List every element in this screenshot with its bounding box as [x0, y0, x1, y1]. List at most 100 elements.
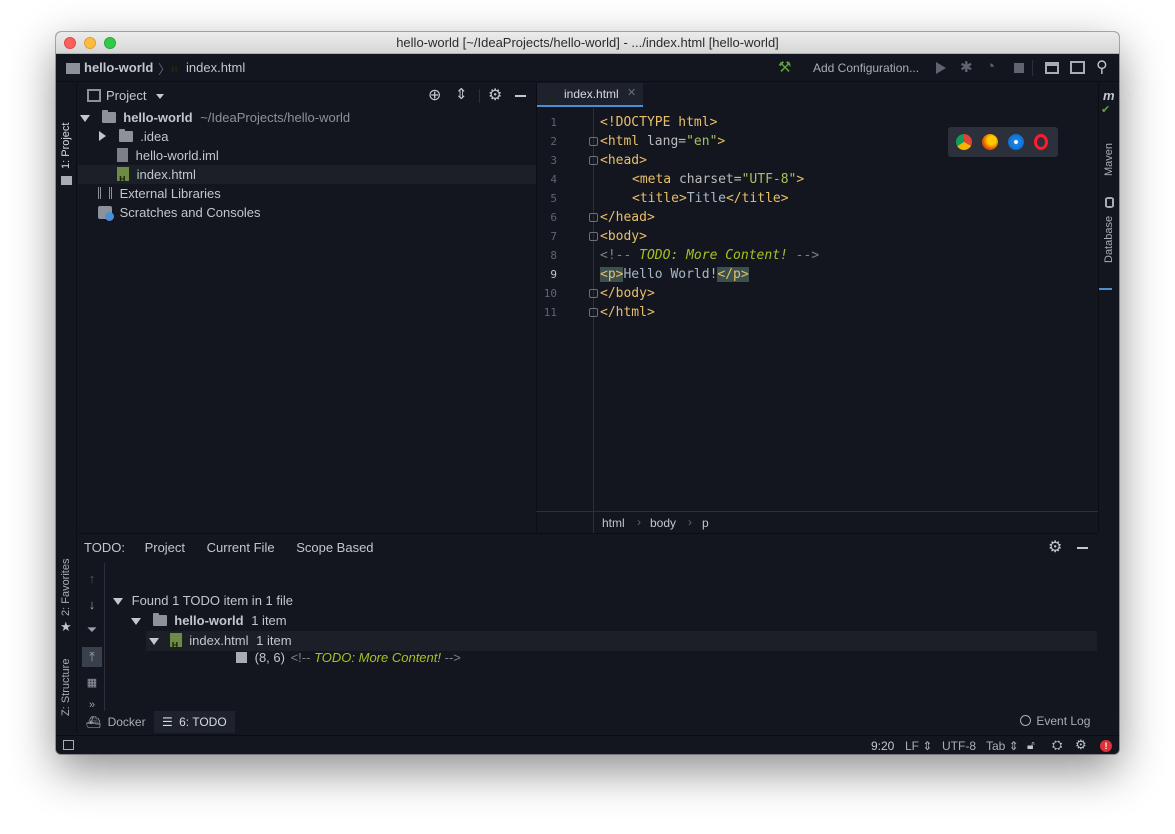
breadcrumb-file[interactable]: index.html [186, 60, 245, 75]
code-line-10: </body> [600, 286, 655, 301]
minimize-window-button[interactable] [84, 37, 96, 49]
favorites-tool-tab[interactable]: 2: Favorites [60, 559, 72, 616]
todo-item-icon [236, 652, 247, 663]
header-divider [479, 89, 480, 103]
event-log-tab[interactable]: Event Log [1020, 714, 1090, 728]
fold-marker-icon[interactable] [589, 289, 598, 298]
stop-icon[interactable] [1014, 63, 1024, 73]
tree-item-iml[interactable]: hello-world.iml [117, 146, 219, 165]
event-log-icon [1020, 715, 1031, 726]
fold-marker-icon[interactable] [589, 137, 598, 146]
safari-icon[interactable] [1008, 134, 1024, 150]
tree-item-index-selected[interactable]: index.html [78, 165, 536, 189]
debug-icon[interactable]: ✱ [960, 58, 973, 76]
breadcrumb-p[interactable]: p [702, 516, 709, 530]
todo-project-row[interactable]: hello-world 1 item [131, 611, 287, 631]
arrow-down-icon[interactable]: ↓ [84, 597, 100, 613]
close-window-button[interactable] [64, 37, 76, 49]
tree-item-idea[interactable]: .idea [99, 127, 168, 146]
chevron-down-icon[interactable] [156, 94, 164, 99]
gear-icon[interactable]: ⚙ [488, 85, 502, 105]
breadcrumb-separator-icon: › [637, 515, 641, 529]
filter-icon[interactable]: ⏷ [84, 622, 100, 638]
add-configuration-button[interactable]: Add Configuration... [813, 61, 919, 75]
editor-tab-index-html[interactable]: index.html ✕ [537, 83, 643, 107]
inspector-icon[interactable]: ⛭ [1052, 737, 1062, 753]
error-notification-icon[interactable]: ! [1100, 740, 1112, 752]
collapse-all-icon[interactable]: ⇕ [455, 85, 468, 103]
breadcrumb-project[interactable]: hello-world [84, 60, 153, 75]
todo-tab[interactable]: ☰ 6: TODO [154, 711, 235, 733]
fold-marker-icon[interactable] [589, 213, 598, 222]
database-tool-tab[interactable]: Database [1103, 216, 1115, 263]
libraries-icon [98, 187, 112, 199]
todo-tab-label: 6: TODO [179, 715, 227, 729]
tab-todo-scope-based[interactable]: Scope Based [296, 540, 373, 555]
firefox-icon[interactable] [982, 134, 998, 150]
breadcrumb-body[interactable]: body [650, 516, 676, 530]
locate-file-icon[interactable]: ⊕ [428, 85, 441, 105]
maven-tool-tab[interactable]: Maven [1103, 143, 1115, 176]
tree-root-row[interactable]: hello-world ~/IdeaProjects/hello-world [80, 108, 350, 127]
collapse-caret-icon[interactable] [99, 131, 106, 141]
run-icon[interactable] [936, 62, 946, 74]
expand-caret-icon[interactable] [80, 115, 90, 122]
build-hammer-icon[interactable]: ⚒ [778, 58, 791, 76]
left-tool-strip: 1: Project 2: Favorites ★ Z: Structure [56, 83, 77, 733]
folder-icon [152, 613, 167, 626]
line-separator[interactable]: LF ⇕ [905, 739, 932, 753]
search-everywhere-icon[interactable]: ⚲ [1096, 57, 1108, 77]
coverage-icon[interactable]: ◔ [986, 58, 995, 75]
fold-marker-icon[interactable] [589, 232, 598, 241]
todo-summary-row[interactable]: Found 1 TODO item in 1 file [113, 591, 293, 611]
tree-item-external-libraries[interactable]: External Libraries [98, 184, 221, 203]
settings-hector-icon[interactable]: ⚙ [1075, 737, 1087, 753]
tree-item-label: External Libraries [119, 186, 221, 201]
opera-icon[interactable] [1034, 134, 1048, 150]
tree-item-label: .idea [140, 129, 169, 144]
bottom-tool-tabs: ⛴ Docker ☰ 6: TODO Event Log [78, 711, 1119, 735]
tree-item-label: Scratches and Consoles [119, 205, 261, 220]
editor-area: index.html ✕ 1 2 3 4 5 6 7 8 9 10 11 <!D… [536, 83, 1098, 533]
hide-panel-icon[interactable] [515, 95, 526, 97]
todo-entry-text: TODO: More Content! [314, 650, 441, 665]
todo-entry-row[interactable]: (8, 6) <!-- TODO: More Content! --> [236, 648, 461, 668]
project-tool-tab[interactable]: 1: Project [60, 123, 72, 169]
gear-icon[interactable]: ⚙ [1048, 537, 1062, 557]
expand-caret-icon[interactable] [149, 638, 159, 645]
html-file-icon [169, 633, 182, 656]
code-line-2: <html lang="en"> [600, 134, 726, 149]
project-view-selector[interactable]: Project [106, 88, 146, 103]
tab-todo-project[interactable]: Project [145, 540, 185, 555]
code-line-5: <title>Title</title> [632, 191, 789, 206]
hide-panel-icon[interactable] [1077, 547, 1088, 549]
editor-breadcrumbs: html › body › p [536, 511, 1098, 533]
docker-tab[interactable]: ⛴ Docker [86, 715, 146, 729]
expand-caret-icon[interactable] [131, 618, 141, 625]
module-file-icon [117, 148, 128, 162]
tree-item-scratches[interactable]: Scratches and Consoles [98, 203, 261, 222]
group-by-icon[interactable]: ▦ [84, 675, 100, 691]
line-number: 8 [550, 249, 557, 262]
structure-tool-tab[interactable]: Z: Structure [60, 659, 72, 716]
autoscroll-icon[interactable]: ⤒ [82, 647, 102, 667]
code-line-3: <head> [600, 153, 647, 168]
project-structure-icon[interactable] [1045, 62, 1059, 74]
terminal-icon[interactable] [1070, 61, 1085, 74]
caret-position[interactable]: 9:20 [871, 739, 894, 753]
file-encoding[interactable]: UTF-8 [942, 739, 976, 753]
fold-marker-icon[interactable] [589, 156, 598, 165]
arrow-up-icon[interactable]: ↑ [84, 571, 100, 587]
expand-caret-icon[interactable] [113, 598, 123, 605]
tool-windows-toggle-icon[interactable] [63, 740, 74, 750]
zoom-window-button[interactable] [104, 37, 116, 49]
fold-marker-icon[interactable] [589, 308, 598, 317]
todo-file-count: 1 item [256, 633, 292, 648]
close-tab-icon[interactable]: ✕ [627, 82, 636, 104]
lock-icon[interactable]: 🔓︎ [1027, 738, 1035, 753]
chrome-icon[interactable] [956, 134, 972, 150]
breadcrumb-html[interactable]: html [602, 516, 625, 530]
tab-todo-current-file[interactable]: Current File [207, 540, 275, 555]
line-number: 1 [550, 116, 557, 129]
indent-setting[interactable]: Tab ⇕ [986, 739, 1019, 753]
